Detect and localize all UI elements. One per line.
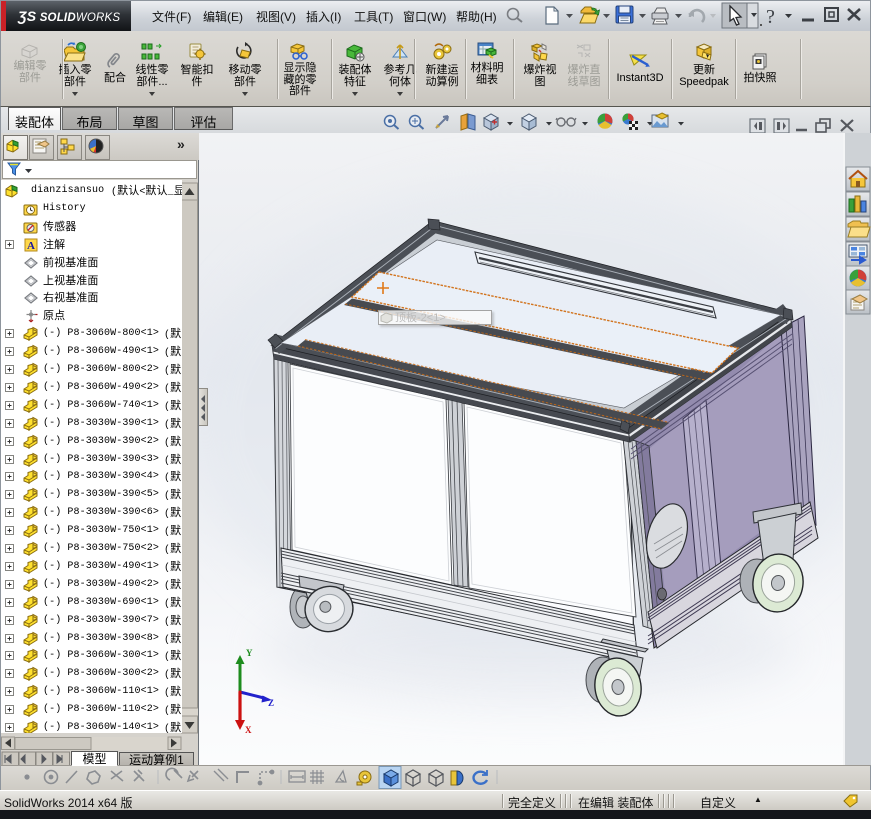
svg-text:?: ? xyxy=(766,6,775,28)
svg-text:X: X xyxy=(245,725,252,735)
svg-text:Z: Z xyxy=(268,698,274,708)
svg-text:Y: Y xyxy=(246,648,253,658)
